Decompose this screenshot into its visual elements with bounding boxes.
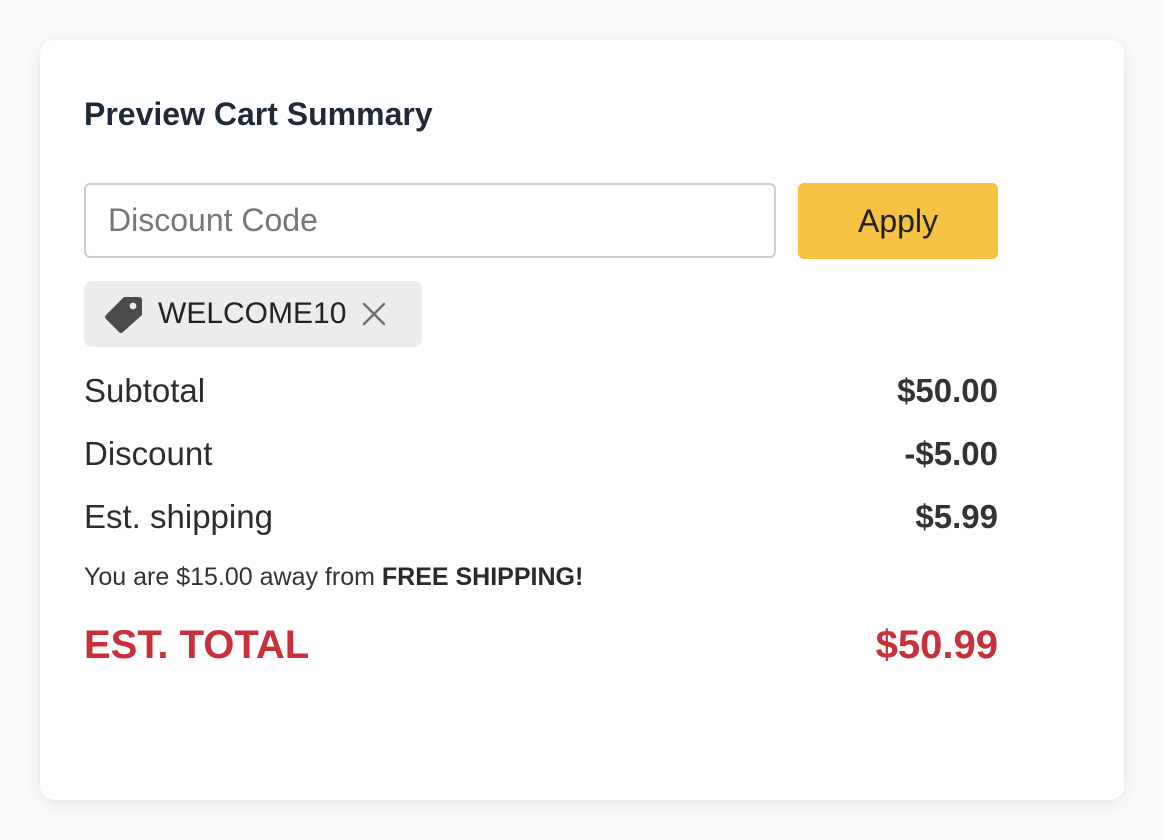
applied-discount-chip: WELCOME10 [84,281,422,347]
page-title: Preview Cart Summary [84,96,433,132]
total-label: EST. TOTAL [84,622,310,667]
total-value: $50.99 [875,622,998,667]
free-shipping-message: You are $15.00 away from FREE SHIPPING! [84,563,583,592]
subtotal-value: $50.00 [897,372,998,409]
shipping-label: Est. shipping [84,498,273,535]
applied-discount-code: WELCOME10 [158,297,347,330]
discount-value: -$5.00 [904,435,998,472]
cart-summary-card [40,40,1124,800]
discount-label: Discount [84,435,213,472]
subtotal-row: Subtotal $50.00 [84,369,998,413]
free-shipping-prefix: You are $15.00 away from [84,563,382,591]
subtotal-label: Subtotal [84,372,206,409]
apply-button[interactable]: Apply [798,183,998,259]
total-row: EST. TOTAL $50.99 [84,620,998,670]
free-shipping-highlight: FREE SHIPPING! [381,563,584,591]
discount-code-input[interactable] [84,183,776,258]
discount-row: Discount -$5.00 [84,432,998,476]
shipping-row: Est. shipping $5.99 [84,495,998,539]
tag-icon [102,294,144,334]
shipping-value: $5.99 [915,498,998,535]
close-icon[interactable] [360,300,388,328]
